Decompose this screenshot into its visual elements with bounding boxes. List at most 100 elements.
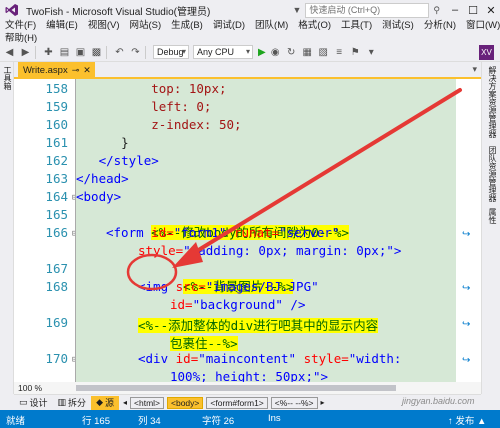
code-line-168: <img src="images/BJ.JPG" [138, 279, 319, 294]
source-icon: ◆ [96, 397, 103, 407]
code-editor[interactable]: 158 159 160 161 162 163 164 165 166 167 … [14, 79, 481, 382]
line-number-gutter: 158 159 160 161 162 163 164 165 166 167 … [20, 79, 77, 382]
menu-tools[interactable]: 工具(T) [336, 17, 377, 31]
comment-icon[interactable]: ≡ [333, 46, 346, 59]
save-all-icon[interactable]: ▩ [90, 46, 103, 59]
menu-team[interactable]: 团队(M) [250, 17, 293, 31]
publish-button[interactable]: ↑ 发布 ▲ [448, 413, 486, 427]
menu-test[interactable]: 测试(S) [377, 17, 419, 31]
document-tab-write-aspx[interactable]: Write.aspx ⊸ ✕ [18, 62, 95, 78]
breadcrumb-item[interactable]: <body> [167, 396, 204, 409]
save-icon[interactable]: ▣ [74, 46, 87, 59]
horizontal-scrollbar[interactable] [70, 384, 481, 392]
code-line-164: <body> [76, 189, 122, 204]
code-token: /> [290, 297, 306, 312]
code-line-161: } [76, 135, 129, 150]
codelens-edit-icon[interactable]: ↪ [462, 229, 470, 240]
toolbox-tab[interactable]: 工具箱 [2, 66, 13, 90]
config-select[interactable]: Debug ▾ [153, 45, 189, 59]
menu-view[interactable]: 视图(V) [83, 17, 125, 31]
status-bar: 就绪 行 165 列 34 字符 26 Ins ↑ 发布 ▲ [0, 410, 500, 428]
toolbar-misc-icon[interactable]: ▦ [301, 46, 314, 59]
forward-icon[interactable]: ▶ [19, 46, 32, 59]
status-column: 列 34 [138, 416, 161, 427]
chevron-down-icon[interactable]: ▾ [472, 64, 477, 75]
code-token: "maincontent" [198, 351, 297, 366]
zoom-level[interactable]: 100 % [14, 383, 70, 393]
status-ready: 就绪 [6, 416, 26, 427]
code-token: src= [175, 279, 206, 294]
undo-icon[interactable]: ↶ [113, 46, 126, 59]
code-token: <div [138, 351, 169, 366]
code-token: style= [303, 351, 349, 366]
solution-explorer-tab[interactable]: 解决方案资源管理器 [487, 66, 498, 138]
document-tab-bar: Write.aspx ⊸ ✕ ▾ [14, 62, 481, 79]
code-line-170: <div id="maincontent" style="width: [138, 351, 401, 366]
visual-studio-logo-icon [4, 2, 20, 18]
status-char: 字符 26 [202, 416, 235, 427]
scrollbar-thumb[interactable] [76, 385, 396, 391]
comment-169-cont: 包裹住--%> [170, 336, 238, 351]
menu-file[interactable]: 文件(F) [0, 17, 41, 31]
code-area[interactable]: top: 10px; left: 0; z-index: 50; } </sty… [76, 79, 456, 382]
code-line-166-cont: style="padding: 0px; margin: 0px;"> [138, 243, 401, 258]
codelens-edit-icon[interactable]: ↪ [462, 319, 470, 330]
tab-design[interactable]: ▭ 设计 [14, 396, 53, 410]
browser-icon[interactable]: ◉ [269, 46, 282, 59]
toolbar-misc-icon[interactable]: ▧ [317, 46, 330, 59]
start-debug-icon[interactable]: ▶ [258, 47, 266, 58]
menu-window[interactable]: 窗口(W) [461, 17, 500, 31]
breadcrumb-item[interactable]: <form#form1> [206, 396, 268, 409]
breadcrumb-item[interactable]: <%-- --%> [270, 396, 318, 409]
menu-website[interactable]: 网站(S) [124, 17, 166, 31]
code-token: "background" [192, 297, 283, 312]
code-token: <img [138, 279, 169, 294]
menu-build[interactable]: 生成(B) [166, 17, 208, 31]
status-insert-mode: Ins [268, 413, 281, 424]
toolbar-divider [145, 45, 146, 59]
code-token: runat= [233, 225, 280, 240]
code-line-166: <form id="form1" runat="server" [106, 225, 339, 240]
back-icon[interactable]: ◀ [3, 46, 16, 59]
menu-analyze[interactable]: 分析(N) [419, 17, 461, 31]
line-number: 165 [45, 207, 68, 222]
codelens-edit-icon[interactable]: ↪ [462, 283, 470, 294]
redo-icon[interactable]: ↷ [129, 46, 142, 59]
search-icon[interactable]: ⚲ [433, 5, 440, 16]
quick-launch-input[interactable]: 快速启动 (Ctrl+Q) [305, 2, 430, 18]
menu-format[interactable]: 格式(O) [293, 17, 336, 31]
open-file-icon[interactable]: ▤ [58, 46, 71, 59]
code-token: "padding: 0px; margin: 0px;" [183, 243, 394, 258]
properties-tab[interactable]: 属性 [487, 208, 498, 224]
refresh-icon[interactable]: ↻ [285, 46, 298, 59]
toolbar-options-icon[interactable]: ▾ [365, 46, 378, 59]
config-value: Debug [157, 47, 184, 57]
menu-debug[interactable]: 调试(D) [208, 17, 250, 31]
code-line-170-cont: 100%; height: 50px;"> [170, 369, 329, 382]
tab-source[interactable]: ◆ 源 [91, 395, 119, 410]
filter-icon[interactable]: ▼ [292, 5, 301, 15]
menu-help[interactable]: 帮助(H) [0, 30, 42, 44]
user-avatar[interactable]: XV [479, 45, 494, 60]
line-number: 159 [45, 99, 68, 114]
standard-toolbar: ◀ ▶ ✚ ▤ ▣ ▩ ↶ ↷ Debug ▾ Any CPU ▾ ▶ ◉ ↻ … [0, 43, 500, 62]
toolbar-divider [35, 45, 36, 59]
menu-edit[interactable]: 编辑(E) [41, 17, 83, 31]
breadcrumb-item[interactable]: <html> [130, 396, 165, 409]
new-project-icon[interactable]: ✚ [42, 46, 55, 59]
window-title: TwoFish - Microsoft Visual Studio(管理员) [26, 6, 211, 18]
code-token: id= [175, 351, 199, 366]
bookmark-icon[interactable]: ⚑ [349, 46, 362, 59]
chevron-right-icon[interactable]: ▸ [321, 398, 325, 407]
close-icon[interactable]: ✕ [83, 65, 91, 76]
pin-icon[interactable]: ⊸ [72, 65, 80, 76]
platform-select[interactable]: Any CPU ▾ [193, 45, 253, 59]
codelens-edit-icon[interactable]: ↪ [462, 355, 470, 366]
line-number: 161 [45, 135, 68, 150]
code-line-158: top: 10px; [76, 81, 227, 96]
tab-split[interactable]: ▥ 拆分 [53, 396, 92, 410]
code-token: "form1" [173, 225, 227, 240]
chevron-left-icon[interactable]: ◂ [123, 398, 127, 407]
code-token: id= [151, 225, 174, 240]
team-explorer-tab[interactable]: 团队资源管理器 [487, 146, 498, 202]
